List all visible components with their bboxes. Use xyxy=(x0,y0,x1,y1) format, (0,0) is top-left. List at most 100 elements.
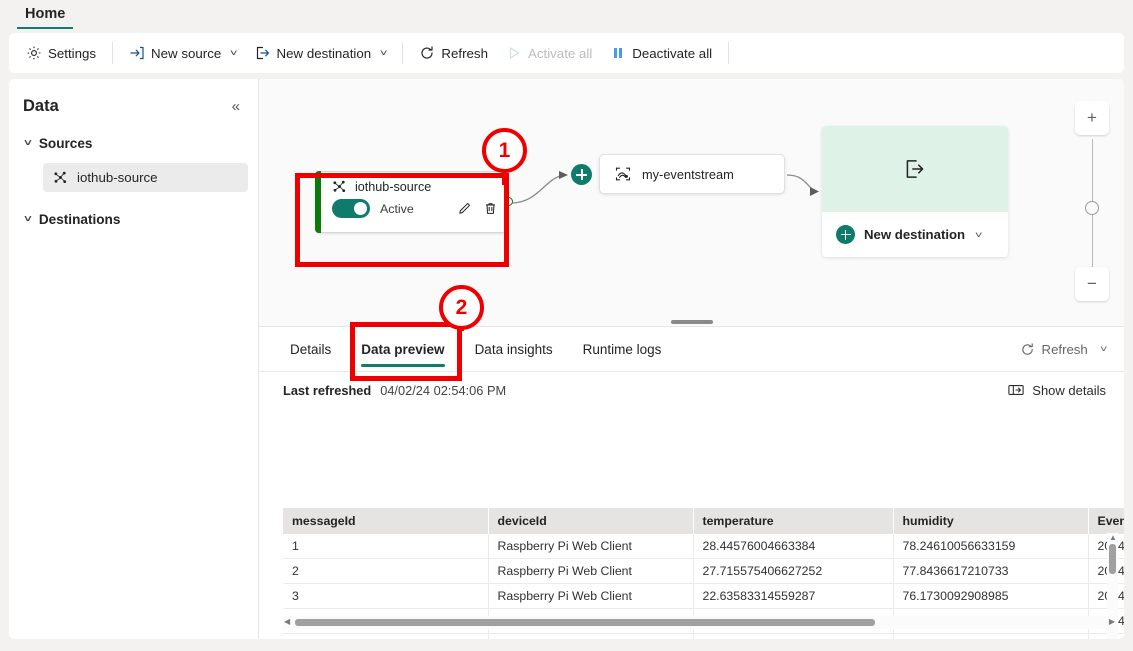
new-destination-node-button[interactable]: New destination ˅ xyxy=(822,212,1008,257)
eventstream-node-name: my-eventstream xyxy=(642,166,734,182)
sidebar-item-iothub-source[interactable]: iothub-source xyxy=(43,163,248,192)
chevron-down-icon: ˅ xyxy=(230,48,238,58)
command-toolbar: Settings New source ˅ New destination ˅ xyxy=(9,33,1124,73)
chevron-down-icon: ˅ xyxy=(379,48,388,58)
table-row[interactable]: 2 Raspberry Pi Web Client 27.71557540662… xyxy=(283,558,1124,584)
export-icon xyxy=(902,156,928,182)
refresh-icon xyxy=(1020,342,1035,357)
show-details-button[interactable]: Show details xyxy=(1008,383,1106,398)
tab-data-preview-label: Data preview xyxy=(361,341,445,357)
cell-temperature: 22.63583314559287 xyxy=(693,583,894,609)
data-sidebar: Data « ˅ Sources iothub-source ˅ Destina… xyxy=(9,79,258,639)
cell-temperature: 28.44576004663384 xyxy=(693,534,894,559)
add-node-button[interactable] xyxy=(571,164,592,185)
chevron-down-icon: ˅ xyxy=(24,138,32,149)
cell-humidity: 77.8436617210733 xyxy=(893,558,1089,584)
zoom-out-button[interactable]: − xyxy=(1075,267,1109,301)
cell-humidity: 67.65127660927472 xyxy=(893,633,1089,639)
column-header-eventprocessed[interactable]: EventP xyxy=(1088,508,1124,534)
sidebar-group-destinations-label: Destinations xyxy=(38,212,121,227)
cell-messageid: 1 xyxy=(283,534,489,559)
show-details-label: Show details xyxy=(1032,382,1106,398)
toolbar-divider-3 xyxy=(728,42,730,64)
refresh-label: Refresh xyxy=(441,45,488,61)
tab-details-label: Details xyxy=(290,341,332,357)
cell-humidity: 76.1730092908985 xyxy=(893,583,1089,609)
cell-messageid: 3 xyxy=(283,583,489,609)
tab-runtime-logs[interactable]: Runtime logs xyxy=(568,327,677,372)
table-row[interactable]: 5 Raspberry Pi Web Client 28.63798422119… xyxy=(283,633,1124,639)
cell-temperature: 27.715575406627252 xyxy=(693,558,894,584)
bottom-pane: Details Data preview Data insights Runti… xyxy=(259,327,1124,639)
tab-data-insights-label: Data insights xyxy=(474,341,553,357)
scroll-left-arrow-icon[interactable]: ◀ xyxy=(284,617,290,626)
horizontal-scroll-thumb[interactable] xyxy=(295,619,875,626)
refresh-button[interactable]: Refresh xyxy=(410,38,497,68)
new-source-button[interactable]: New source ˅ xyxy=(120,38,245,68)
play-icon xyxy=(506,45,522,61)
settings-button[interactable]: Settings xyxy=(17,38,105,68)
tab-data-preview[interactable]: Data preview xyxy=(346,327,459,372)
preview-refresh-button[interactable]: Refresh ˅ xyxy=(1020,341,1108,357)
vertical-scroll-thumb[interactable] xyxy=(1109,544,1116,574)
scroll-up-arrow-icon[interactable]: ▲ xyxy=(1109,533,1117,542)
new-destination-node-label: New destination xyxy=(864,227,966,242)
cell-eventprocessed: 2024 xyxy=(1088,583,1124,609)
cell-humidity: 78.24610056633159 xyxy=(893,534,1089,559)
chevron-double-left-icon[interactable]: « xyxy=(232,99,240,114)
destination-placeholder-node[interactable]: New destination ˅ xyxy=(822,126,1008,257)
settings-label: Settings xyxy=(48,45,97,61)
chevron-down-icon[interactable]: ˅ xyxy=(1100,344,1108,354)
tab-data-insights[interactable]: Data insights xyxy=(460,327,568,372)
column-header-temperature[interactable]: temperature xyxy=(693,508,894,534)
eventstream-canvas[interactable]: iothub-source Active my-eventstream New … xyxy=(259,79,1124,319)
table-row[interactable]: 1 Raspberry Pi Web Client 28.44576004663… xyxy=(283,534,1124,559)
zoom-in-button[interactable]: + xyxy=(1075,101,1109,135)
last-refreshed-value: 04/02/24 02:54:06 PM xyxy=(380,382,507,398)
cell-deviceid: Raspberry Pi Web Client xyxy=(488,633,694,639)
splitter-grip[interactable] xyxy=(670,320,713,324)
tab-home[interactable]: Home xyxy=(17,0,74,29)
ribbon-tabstrip: Home xyxy=(0,0,1133,29)
preview-refresh-label: Refresh xyxy=(1041,341,1088,357)
chevron-down-icon: ˅ xyxy=(974,229,983,240)
zoom-slider-handle[interactable] xyxy=(1085,201,1099,215)
tab-details[interactable]: Details xyxy=(275,327,346,372)
eventstream-node[interactable]: my-eventstream xyxy=(599,154,785,194)
sidebar-item-iothub-source-label: iothub-source xyxy=(77,170,158,185)
cell-messageid: 2 xyxy=(283,558,489,584)
source-node-header: iothub-source xyxy=(316,172,508,194)
source-active-toggle[interactable] xyxy=(332,199,370,218)
cell-deviceid: Raspberry Pi Web Client xyxy=(488,534,694,559)
cell-deviceid: Raspberry Pi Web Client xyxy=(488,558,694,584)
cell-eventprocessed: 2024 xyxy=(1088,558,1124,584)
iot-hub-icon xyxy=(332,179,347,194)
table-row[interactable]: 3 Raspberry Pi Web Client 22.63583314559… xyxy=(283,583,1124,609)
activate-all-button[interactable]: Activate all xyxy=(497,38,601,68)
eventstream-icon xyxy=(614,165,632,183)
refresh-icon xyxy=(419,45,435,61)
cell-eventprocessed: 2024 xyxy=(1088,633,1124,639)
column-header-deviceid[interactable]: deviceId xyxy=(488,508,694,534)
bottom-pane-tabs: Details Data preview Data insights Runti… xyxy=(259,327,1124,372)
trash-icon[interactable] xyxy=(483,201,498,216)
sidebar-group-sources[interactable]: ˅ Sources xyxy=(19,132,258,155)
scroll-right-arrow-icon[interactable]: ▶ xyxy=(1109,617,1115,626)
cell-temperature: 28.63798422119764 xyxy=(693,633,894,639)
source-node[interactable]: iothub-source Active xyxy=(315,171,513,233)
new-source-label: New source xyxy=(151,45,222,61)
sidebar-group-destinations[interactable]: ˅ Destinations xyxy=(19,208,258,231)
new-destination-button[interactable]: New destination ˅ xyxy=(246,38,396,68)
deactivate-all-label: Deactivate all xyxy=(632,45,713,61)
table-horizontal-scrollbar[interactable]: ◀ ▶ xyxy=(283,616,1116,629)
pencil-icon[interactable] xyxy=(457,201,472,216)
column-header-messageid[interactable]: messageId xyxy=(283,508,489,534)
activate-all-label: Activate all xyxy=(527,45,593,61)
canvas-zoom-control: + − xyxy=(1075,101,1109,301)
deactivate-all-button[interactable]: Deactivate all xyxy=(601,38,721,68)
tab-runtime-logs-label: Runtime logs xyxy=(582,341,662,357)
source-output-port[interactable] xyxy=(504,197,513,206)
column-header-humidity[interactable]: humidity xyxy=(893,508,1089,534)
sidebar-title: Data xyxy=(23,97,59,115)
source-node-actions xyxy=(457,201,508,216)
